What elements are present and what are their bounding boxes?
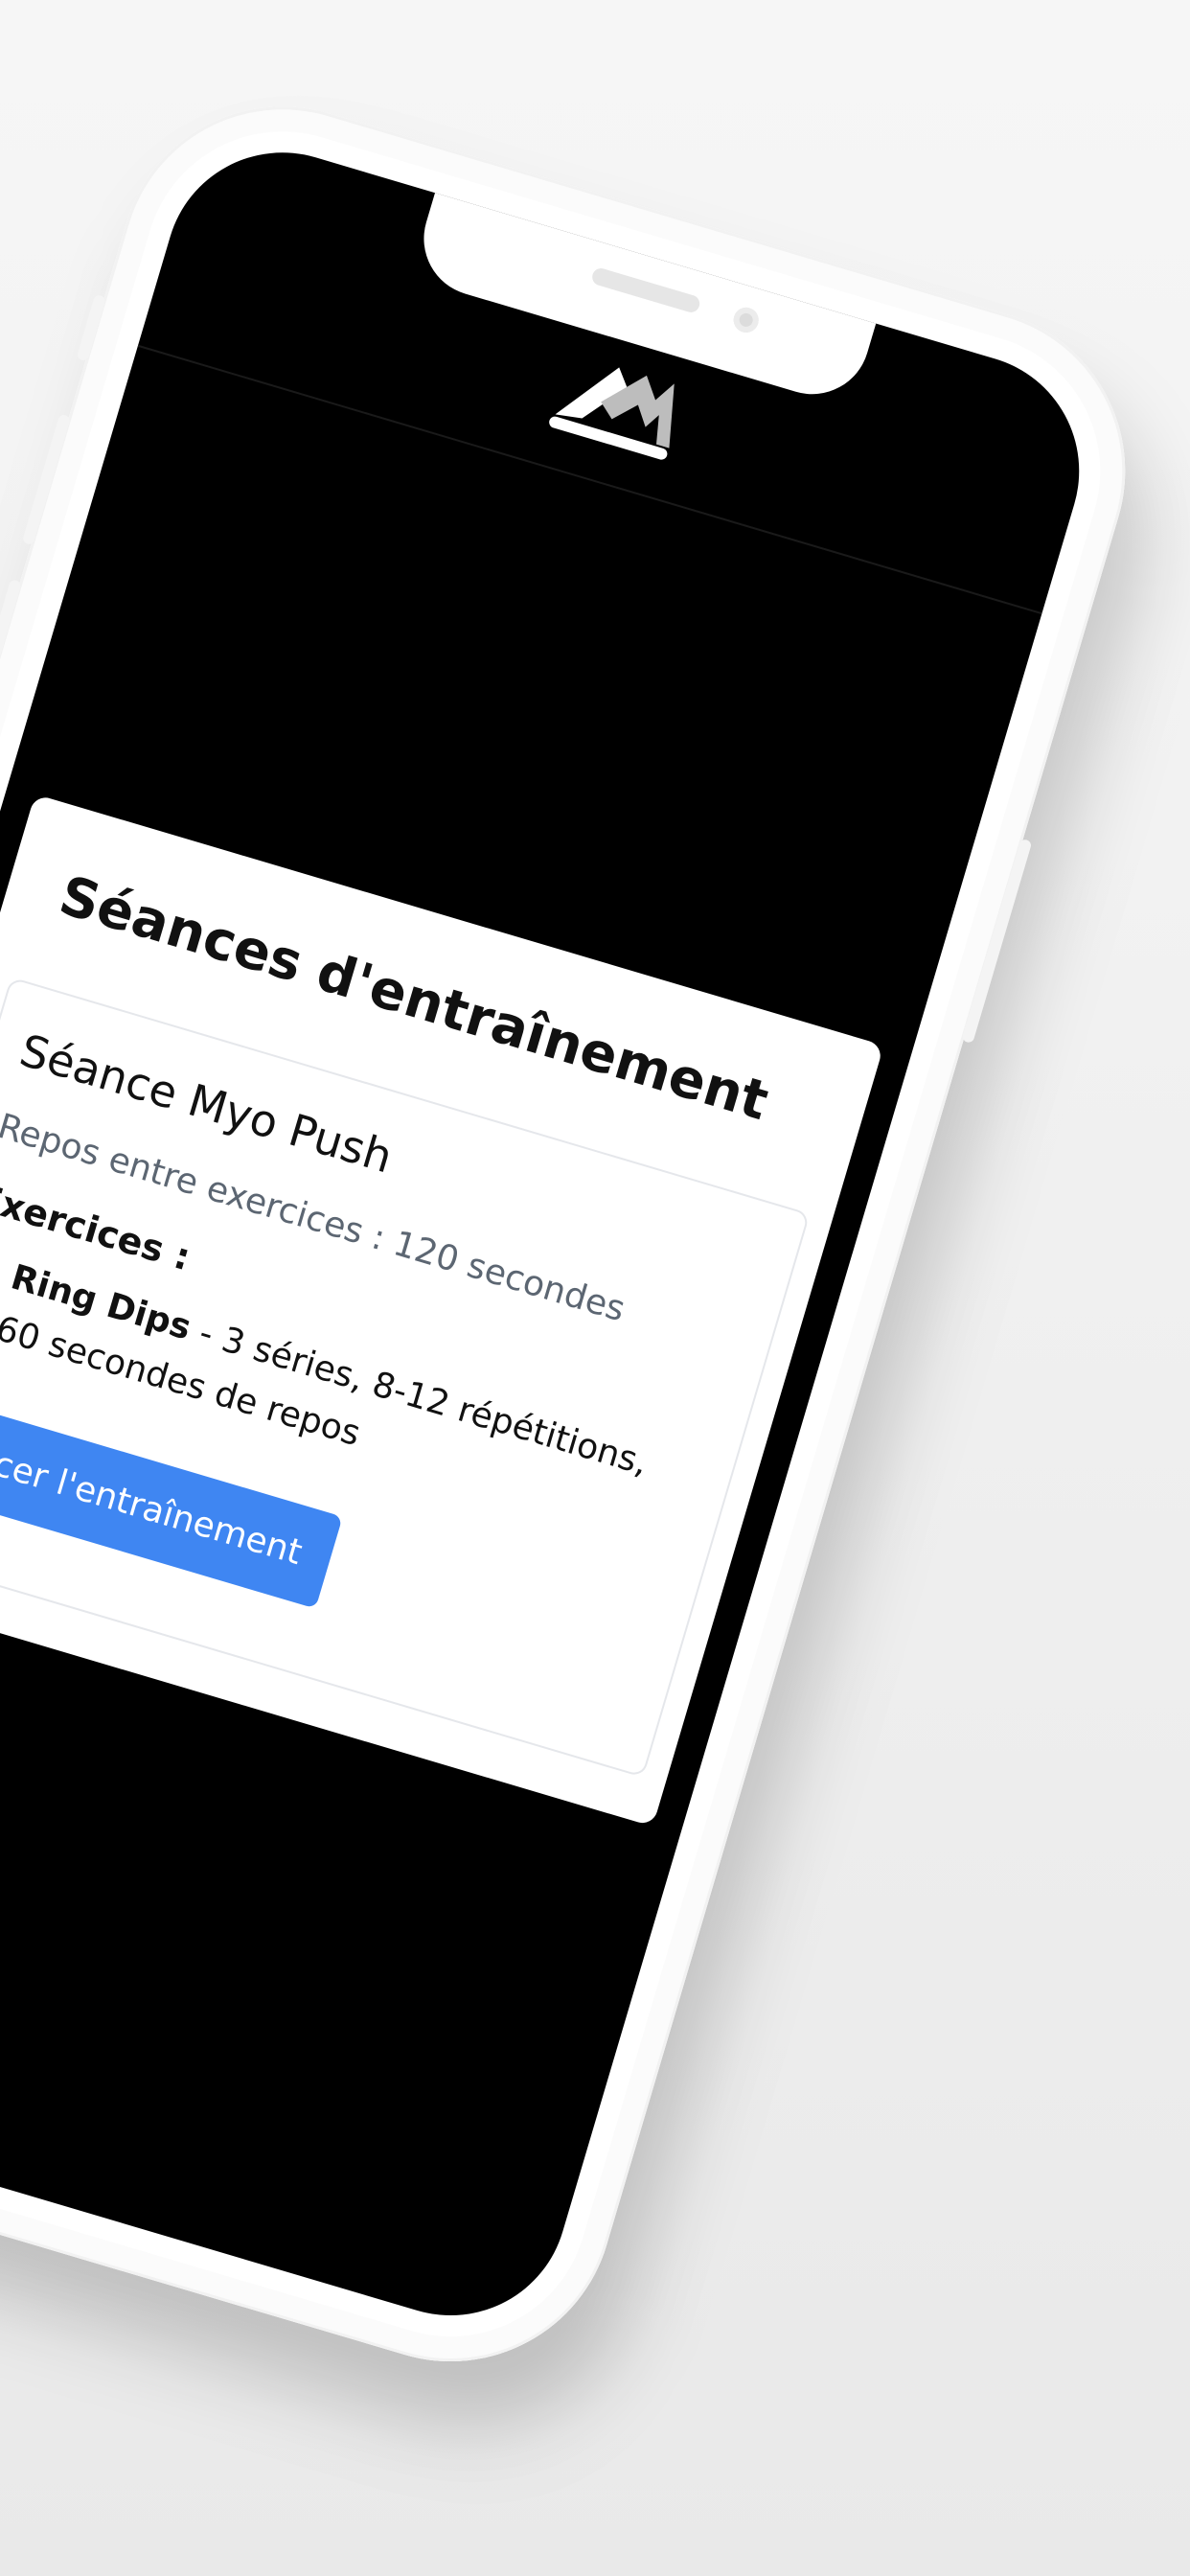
phone-frame: Séances d'entraînement Séance Myo Push R… <box>0 67 1165 2402</box>
sessions-card: Séances d'entraînement Séance Myo Push R… <box>0 794 884 1827</box>
front-camera <box>730 304 762 336</box>
volume-up-button <box>21 413 71 546</box>
speaker-grille <box>590 265 702 315</box>
backdrop: Séances d'entraînement Séance Myo Push R… <box>0 0 1190 2576</box>
silent-switch <box>76 293 106 362</box>
volume-down-button <box>0 579 22 711</box>
phone-mockup: Séances d'entraînement Séance Myo Push R… <box>0 67 1185 2468</box>
